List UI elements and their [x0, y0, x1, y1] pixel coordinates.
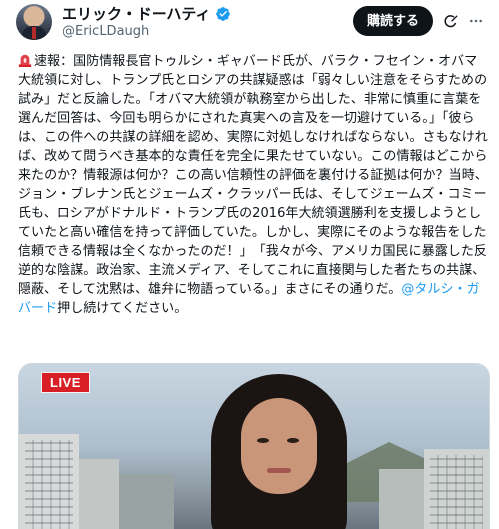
speaker-eye	[257, 438, 269, 443]
speaker-face	[241, 398, 317, 494]
tweet-media-image[interactable]: LIVE	[18, 363, 490, 529]
more-icon[interactable]	[467, 13, 485, 29]
speaker-mouth	[267, 468, 291, 473]
background-building	[119, 474, 174, 529]
background-building	[79, 459, 119, 529]
author-handle[interactable]: @EricLDaugh	[62, 23, 231, 41]
tweet-post: エリック・ドーハティ @EricLDaugh 購読する 速報：国防情報長官トゥル…	[0, 0, 499, 529]
tweet-header: エリック・ドーハティ @EricLDaugh 購読する	[16, 4, 487, 44]
verified-badge-icon	[215, 7, 230, 21]
speaker-eye	[287, 438, 299, 443]
mention-suffix: 押し続けてください。	[57, 301, 188, 316]
author-display-name[interactable]: エリック・ドーハティ	[62, 5, 211, 23]
background-building	[379, 469, 424, 529]
avatar-tie-shape	[32, 27, 36, 39]
author-name-row: エリック・ドーハティ	[62, 5, 231, 23]
tweet-text: 速報：国防情報長官トゥルシ・ギャバード氏が、バラク・フセイン・オバマ大統領に対し…	[18, 54, 488, 297]
background-building	[424, 449, 489, 529]
tweet-body: 速報：国防情報長官トゥルシ・ギャバード氏が、バラク・フセイン・オバマ大統領に対し…	[18, 52, 488, 318]
live-badge: LIVE	[41, 372, 90, 393]
author-avatar[interactable]	[16, 4, 52, 40]
subscribe-button[interactable]: 購読する	[352, 6, 433, 36]
author-info: エリック・ドーハティ @EricLDaugh	[62, 5, 231, 41]
background-building	[19, 434, 79, 529]
speaker-figure	[199, 374, 359, 529]
siren-icon	[18, 54, 32, 67]
grok-icon[interactable]	[443, 13, 459, 29]
